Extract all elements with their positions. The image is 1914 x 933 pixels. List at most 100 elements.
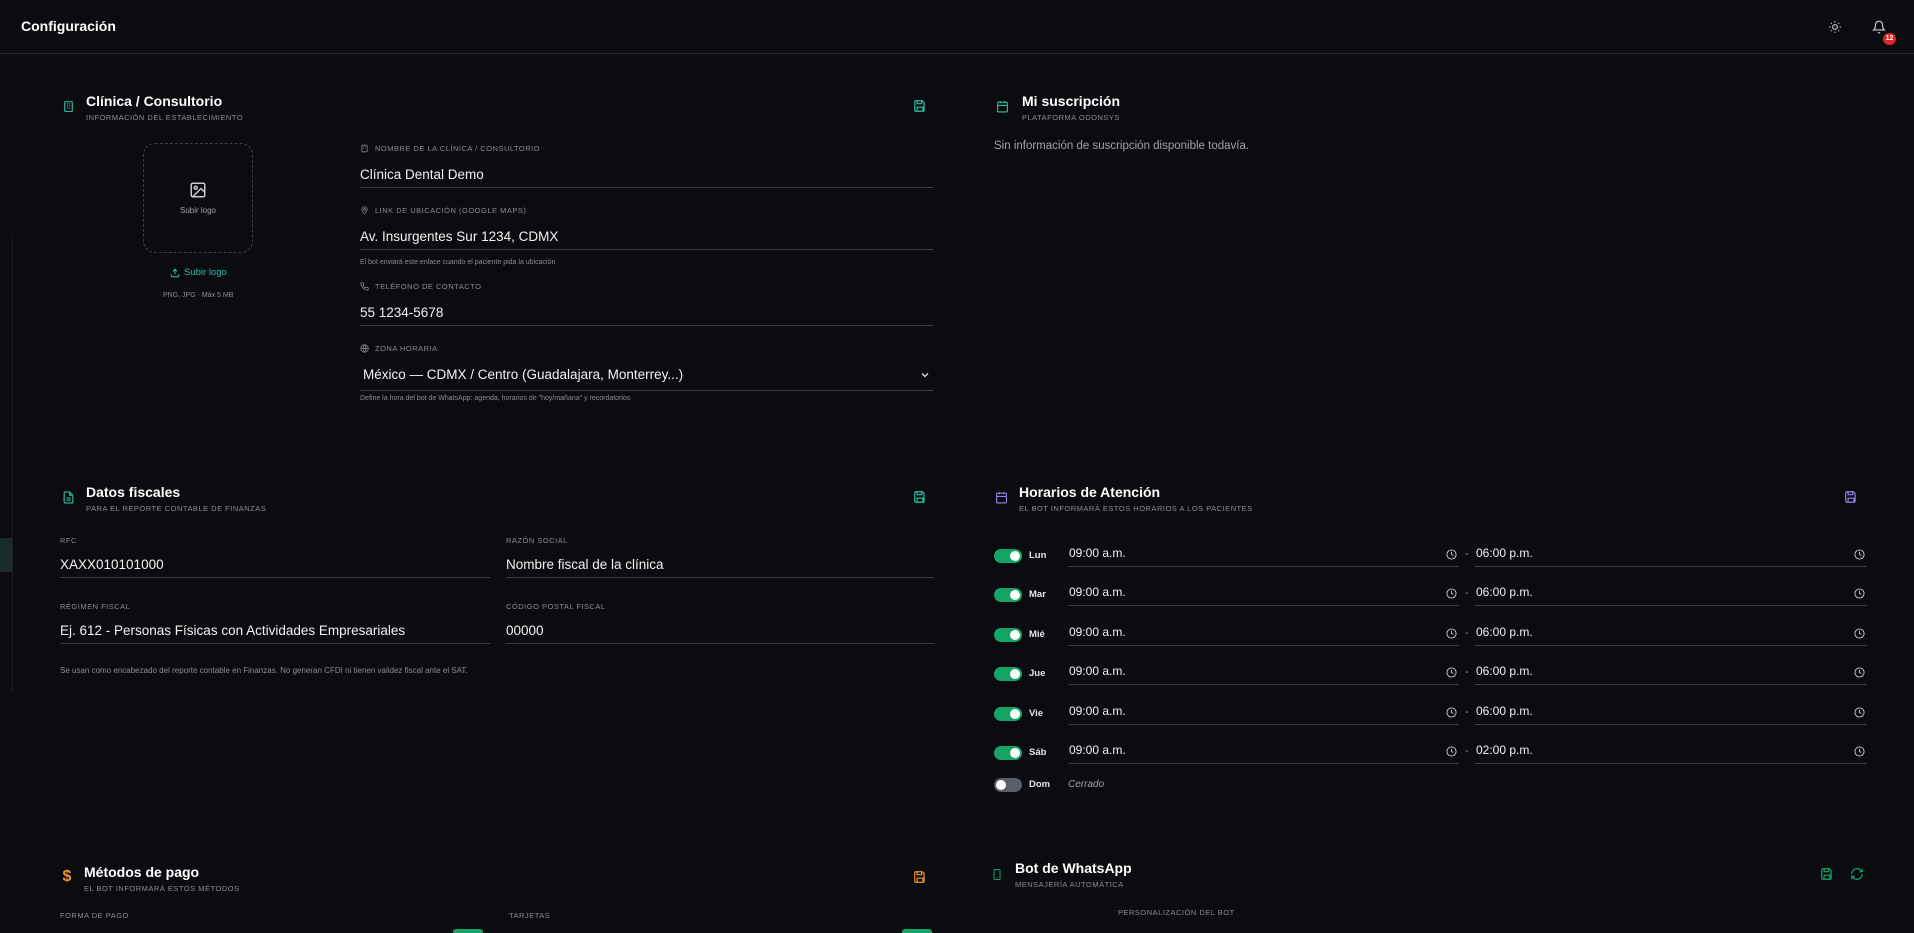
postal-code-label: CÓDIGO POSTAL FISCAL — [506, 602, 606, 611]
whatsapp-save-button[interactable] — [1818, 865, 1836, 883]
sidebar-edge-tab[interactable] — [0, 538, 12, 572]
clinic-name-label: NOMBRE DE LA CLÍNICA / CONSULTORIO — [360, 144, 540, 153]
time-separator: - — [1465, 666, 1469, 678]
regimen-input[interactable] — [60, 618, 490, 644]
day-label: Dom — [1029, 779, 1051, 790]
close-time-value: 06:00 p.m. — [1476, 704, 1533, 718]
logo-upload-box[interactable]: Subir logo — [143, 143, 253, 253]
close-time-input[interactable]: 06:00 p.m. — [1475, 662, 1867, 685]
toggle-knob — [1010, 590, 1020, 600]
day-label: Mié — [1029, 629, 1045, 640]
open-time-input[interactable]: 09:00 a.m. — [1068, 741, 1459, 764]
location-input[interactable] — [360, 224, 933, 250]
close-time-input[interactable]: 06:00 p.m. — [1475, 583, 1867, 606]
day-toggle[interactable] — [994, 707, 1022, 721]
open-time-input[interactable]: 09:00 a.m. — [1068, 583, 1459, 606]
calendar-icon — [994, 98, 1010, 114]
closed-label: Cerrado — [1068, 779, 1105, 790]
close-time-value: 06:00 p.m. — [1476, 585, 1533, 599]
sidebar-edge — [0, 238, 13, 693]
toggle-knob — [1010, 630, 1020, 640]
bot-personalization-label: PERSONALIZACIÓN DEL BOT — [1118, 908, 1235, 917]
payments-save-button[interactable] — [911, 868, 929, 886]
time-separator: - — [1465, 706, 1469, 718]
whatsapp-card-subtitle: MENSAJERÍA AUTOMÁTICA — [1015, 880, 1124, 889]
close-time-value: 06:00 p.m. — [1476, 625, 1533, 639]
fiscal-save-button[interactable] — [911, 488, 929, 506]
hours-card-subtitle: EL BOT INFORMARÁ ESTOS HORARIOS A LOS PA… — [1019, 504, 1253, 513]
day-toggle[interactable] — [994, 628, 1022, 642]
toggle-knob — [1010, 551, 1020, 561]
clinic-save-button[interactable] — [911, 97, 929, 115]
close-time-input[interactable]: 06:00 p.m. — [1475, 623, 1867, 646]
sun-icon[interactable] — [1825, 17, 1845, 37]
clock-icon — [1854, 626, 1865, 644]
clinic-card-subtitle: INFORMACIÓN DEL ESTABLECIMIENTO — [86, 113, 244, 122]
day-toggle[interactable] — [994, 588, 1022, 602]
open-time-value: 09:00 a.m. — [1069, 585, 1126, 599]
clock-icon — [1854, 744, 1865, 762]
postal-code-input[interactable] — [506, 618, 934, 644]
refresh-icon[interactable] — [1848, 865, 1866, 883]
day-toggle[interactable] — [994, 549, 1022, 563]
hours-card-title: Horarios de Atención — [1019, 484, 1161, 500]
time-separator: - — [1465, 627, 1469, 639]
location-label: LINK DE UBICACIÓN (GOOGLE MAPS) — [360, 206, 526, 215]
page-title: Configuración — [21, 18, 116, 34]
timezone-select[interactable]: México — CDMX / Centro (Guadalajara, Mon… — [360, 362, 933, 391]
time-separator: - — [1465, 548, 1469, 560]
upload-icon — [170, 268, 180, 277]
open-time-value: 09:00 a.m. — [1069, 704, 1126, 718]
day-toggle[interactable] — [994, 778, 1022, 792]
open-time-input[interactable]: 09:00 a.m. — [1068, 662, 1459, 685]
timezone-value: México — CDMX / Centro (Guadalajara, Mon… — [363, 367, 684, 382]
whatsapp-card-title: Bot de WhatsApp — [1015, 860, 1132, 876]
payment-toggle[interactable] — [453, 929, 483, 933]
timezone-label: ZONA HORARIA — [360, 344, 438, 353]
clock-icon — [1446, 665, 1457, 683]
close-time-input[interactable]: 06:00 p.m. — [1475, 544, 1867, 567]
image-icon — [190, 182, 206, 198]
building-icon — [361, 144, 368, 153]
close-time-input[interactable]: 06:00 p.m. — [1475, 702, 1867, 725]
payment-form-label: FORMA DE PAGO — [60, 911, 129, 920]
upload-note: PNG, JPG · Máx 5 MB — [163, 292, 234, 299]
toggle-knob — [1010, 748, 1020, 758]
clinic-name-input[interactable] — [360, 162, 933, 188]
clock-icon — [1854, 665, 1865, 683]
day-toggle[interactable] — [994, 667, 1022, 681]
open-time-value: 09:00 a.m. — [1069, 743, 1126, 757]
globe-icon — [360, 344, 369, 353]
fiscal-card-title: Datos fiscales — [86, 484, 181, 500]
open-time-input[interactable]: 09:00 a.m. — [1068, 623, 1459, 646]
open-time-input[interactable]: 09:00 a.m. — [1068, 702, 1459, 725]
clock-icon — [1854, 586, 1865, 604]
phone-label: TELÉFONO DE CONTACTO — [360, 282, 481, 291]
clock-icon — [1446, 744, 1457, 762]
subscription-empty-text: Sin información de suscripción disponibl… — [994, 140, 1250, 152]
day-toggle[interactable] — [994, 746, 1022, 760]
upload-logo-link[interactable]: Subir logo — [170, 267, 227, 278]
fiscal-note: Se usan como encabezado del reporte cont… — [60, 666, 468, 675]
subscription-card-subtitle: PLATAFORMA ODONSYS — [1022, 113, 1120, 122]
clock-icon — [1854, 705, 1865, 723]
cards-toggle[interactable] — [902, 929, 932, 933]
logo-box-label: Subir logo — [179, 206, 217, 215]
day-label: Sáb — [1029, 747, 1047, 758]
smartphone-icon — [989, 866, 1005, 882]
time-separator: - — [1465, 587, 1469, 599]
toggle-knob — [1010, 669, 1020, 679]
razon-social-label: RAZÓN SOCIAL — [506, 536, 568, 545]
phone-input[interactable] — [360, 300, 933, 326]
razon-social-input[interactable] — [506, 552, 934, 578]
open-time-value: 09:00 a.m. — [1069, 664, 1126, 678]
regimen-label: RÉGIMEN FISCAL — [60, 602, 131, 611]
close-time-input[interactable]: 02:00 p.m. — [1475, 741, 1867, 764]
open-time-input[interactable]: 09:00 a.m. — [1068, 544, 1459, 567]
rfc-label: RFC — [60, 536, 77, 545]
day-label: Jue — [1029, 668, 1046, 679]
day-label: Mar — [1029, 589, 1046, 600]
hours-save-button[interactable] — [1842, 488, 1860, 506]
calendar-icon — [993, 489, 1009, 505]
rfc-input[interactable] — [60, 552, 490, 578]
